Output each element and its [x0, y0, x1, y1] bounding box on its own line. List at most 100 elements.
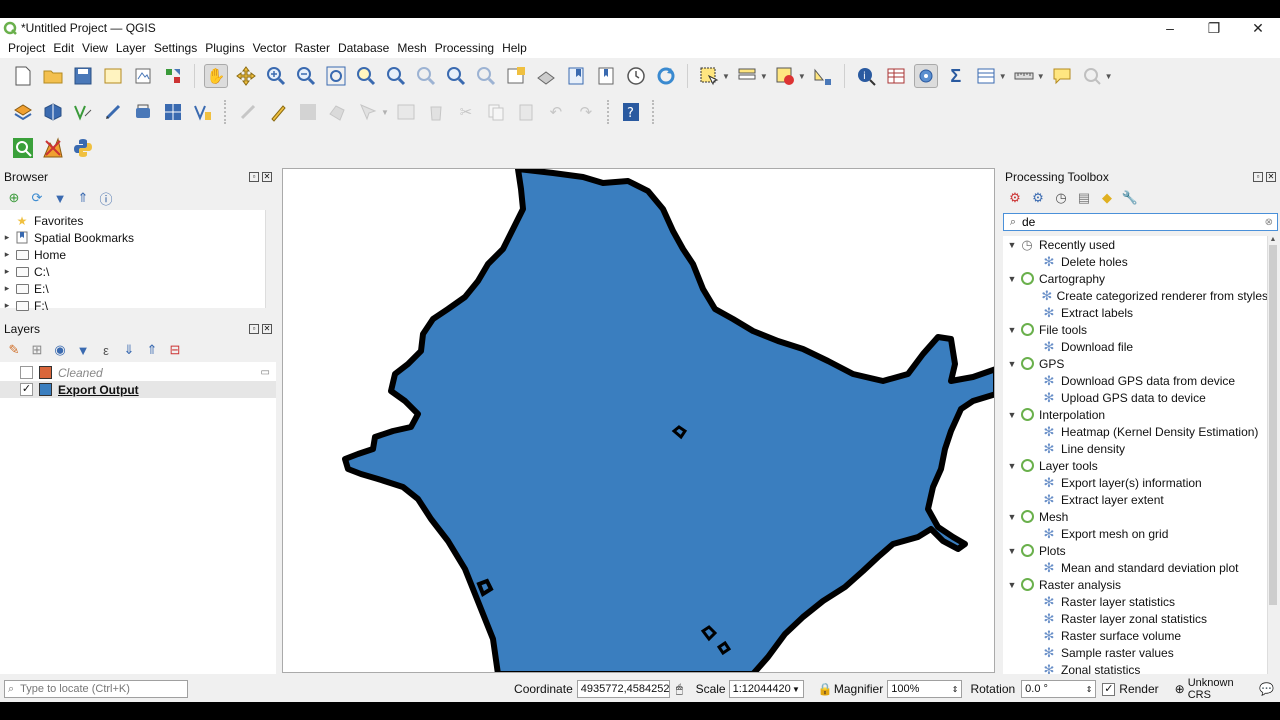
models-icon[interactable]: ⚙: [1005, 190, 1025, 206]
layout-manager-icon[interactable]: [131, 64, 155, 88]
browser-item-spatial-bookmarks[interactable]: ▸ Spatial Bookmarks: [0, 229, 276, 246]
locator-icon[interactable]: [1080, 64, 1104, 88]
save-project-icon[interactable]: [71, 64, 95, 88]
toolbox-group[interactable]: ▼ Raster analysis: [1003, 576, 1268, 593]
zoom-selection-icon[interactable]: [354, 64, 378, 88]
chevron-down-icon[interactable]: ▼: [760, 72, 768, 81]
deselect-features-icon[interactable]: [773, 64, 797, 88]
data-source-manager-icon[interactable]: [11, 100, 35, 124]
toolbox-search-input[interactable]: [1022, 215, 1252, 229]
menu-database[interactable]: Database: [334, 41, 393, 55]
add-delimited-text-icon[interactable]: [101, 100, 125, 124]
browser-item-e-drive[interactable]: ▸ E:\: [0, 280, 276, 297]
expand-all-icon[interactable]: ⇓: [119, 342, 139, 358]
toolbox-algorithm[interactable]: ✻ Delete holes: [1003, 253, 1268, 270]
identify-features-icon[interactable]: i: [854, 64, 878, 88]
toolbox-algorithm[interactable]: ✻ Raster layer zonal statistics: [1003, 610, 1268, 627]
chevron-down-icon[interactable]: ▼: [999, 72, 1007, 81]
close-panel-icon[interactable]: ✕: [1266, 172, 1276, 182]
zoom-layer-icon[interactable]: [384, 64, 408, 88]
new-bookmark-icon[interactable]: [564, 64, 588, 88]
vertex-tool-icon[interactable]: [356, 100, 380, 124]
new-print-layout-icon[interactable]: [101, 64, 125, 88]
toolbox-algorithm[interactable]: ✻ Upload GPS data to device: [1003, 389, 1268, 406]
float-icon[interactable]: ▫: [249, 172, 259, 182]
map-canvas[interactable]: [282, 168, 995, 673]
toolbox-group[interactable]: ▼ Layer tools: [1003, 457, 1268, 474]
save-edits-icon[interactable]: [296, 100, 320, 124]
georeferencer-icon[interactable]: [41, 136, 65, 160]
chevron-down-icon[interactable]: ▼: [1005, 274, 1019, 284]
layer-item-export-output[interactable]: ✓ Export Output: [0, 381, 276, 398]
crs-globe-icon[interactable]: ⊕: [1175, 682, 1185, 696]
pan-to-selection-icon[interactable]: [234, 64, 258, 88]
toolbox-algorithm[interactable]: ✻ Download file: [1003, 338, 1268, 355]
copy-features-icon[interactable]: [484, 100, 508, 124]
history-icon[interactable]: ◷: [1051, 190, 1071, 206]
restore-button[interactable]: ❐: [1192, 18, 1236, 38]
toolbox-group[interactable]: ▼ File tools: [1003, 321, 1268, 338]
statistics-icon[interactable]: Σ: [944, 64, 968, 88]
quick-osm-icon[interactable]: [11, 136, 35, 160]
chevron-down-icon[interactable]: ▼: [1005, 410, 1019, 420]
spinner-icon[interactable]: ⇕: [952, 685, 959, 694]
add-feature-icon[interactable]: [326, 100, 350, 124]
menu-layer[interactable]: Layer: [112, 41, 150, 55]
toggle-extents-icon[interactable]: 🖱: [676, 682, 692, 697]
chevron-down-icon[interactable]: ▼: [722, 72, 730, 81]
manage-map-themes-icon[interactable]: ◉: [50, 342, 70, 358]
delete-selected-icon[interactable]: [424, 100, 448, 124]
zoom-native-icon[interactable]: [414, 64, 438, 88]
scripts-icon[interactable]: ⚙: [1028, 190, 1048, 206]
menu-view[interactable]: View: [78, 41, 112, 55]
toolbox-scrollbar[interactable]: ▲: [1267, 236, 1278, 674]
paste-features-icon[interactable]: [514, 100, 538, 124]
magnifier-field[interactable]: 100% ⇕: [887, 680, 963, 698]
redo-icon[interactable]: ↷: [574, 100, 598, 124]
lock-scale-icon[interactable]: 🔒: [818, 682, 833, 696]
show-bookmarks-icon[interactable]: [594, 64, 618, 88]
filter-expression-icon[interactable]: ε: [96, 343, 116, 358]
chevron-down-icon[interactable]: ▼: [1005, 580, 1019, 590]
chevron-down-icon[interactable]: ▼: [1005, 512, 1019, 522]
select-location-icon[interactable]: [811, 64, 835, 88]
clear-search-icon[interactable]: ⊗: [1265, 217, 1273, 228]
chevron-down-icon[interactable]: ▼: [798, 72, 806, 81]
browser-item-favorites[interactable]: ★ Favorites: [0, 212, 276, 229]
chevron-down-icon[interactable]: ▼: [1005, 359, 1019, 369]
temporal-controller-icon[interactable]: [624, 64, 648, 88]
chevron-down-icon[interactable]: ▼: [1105, 72, 1113, 81]
layer-visibility-checkbox[interactable]: [20, 366, 33, 379]
rotation-field[interactable]: 0.0 ° ⇕: [1021, 680, 1097, 698]
layer-item-cleaned[interactable]: Cleaned ▭: [0, 364, 276, 381]
chevron-down-icon[interactable]: ▼: [1005, 546, 1019, 556]
browser-item-f-drive[interactable]: ▸ F:\: [0, 297, 276, 314]
results-viewer-icon[interactable]: ▤: [1074, 190, 1094, 206]
add-group-icon[interactable]: ⊞: [27, 342, 47, 358]
add-spatialite-icon[interactable]: [131, 100, 155, 124]
toolbox-group[interactable]: ▼ Plots: [1003, 542, 1268, 559]
options-icon[interactable]: 🔧: [1120, 190, 1140, 206]
menu-plugins[interactable]: Plugins: [201, 41, 248, 55]
pan-map-icon[interactable]: ✋: [204, 64, 228, 88]
scale-field[interactable]: 1:12044420 ▼: [728, 680, 804, 698]
toolbox-algorithm[interactable]: ✻ Download GPS data from device: [1003, 372, 1268, 389]
browser-item-c-drive[interactable]: ▸ C:\: [0, 263, 276, 280]
menu-help[interactable]: Help: [498, 41, 531, 55]
chevron-down-icon[interactable]: ▼: [1005, 325, 1019, 335]
select-by-value-icon[interactable]: [735, 64, 759, 88]
toolbox-algorithm[interactable]: ✻ Export mesh on grid: [1003, 525, 1268, 542]
zoom-next-icon[interactable]: [474, 64, 498, 88]
new-geopackage-icon[interactable]: [41, 100, 65, 124]
zoom-full-icon[interactable]: [324, 64, 348, 88]
attribute-table-icon[interactable]: [884, 64, 908, 88]
browser-scrollbar[interactable]: [265, 210, 276, 308]
toolbox-algorithm[interactable]: ✻ Line density: [1003, 440, 1268, 457]
menu-vector[interactable]: Vector: [249, 41, 291, 55]
spinner-icon[interactable]: ⇕: [1086, 685, 1093, 694]
new-project-icon[interactable]: [11, 64, 35, 88]
modify-attributes-icon[interactable]: [394, 100, 418, 124]
refresh-icon[interactable]: [654, 64, 678, 88]
remove-layer-icon[interactable]: ⊟: [165, 342, 185, 358]
zoom-out-icon[interactable]: [294, 64, 318, 88]
